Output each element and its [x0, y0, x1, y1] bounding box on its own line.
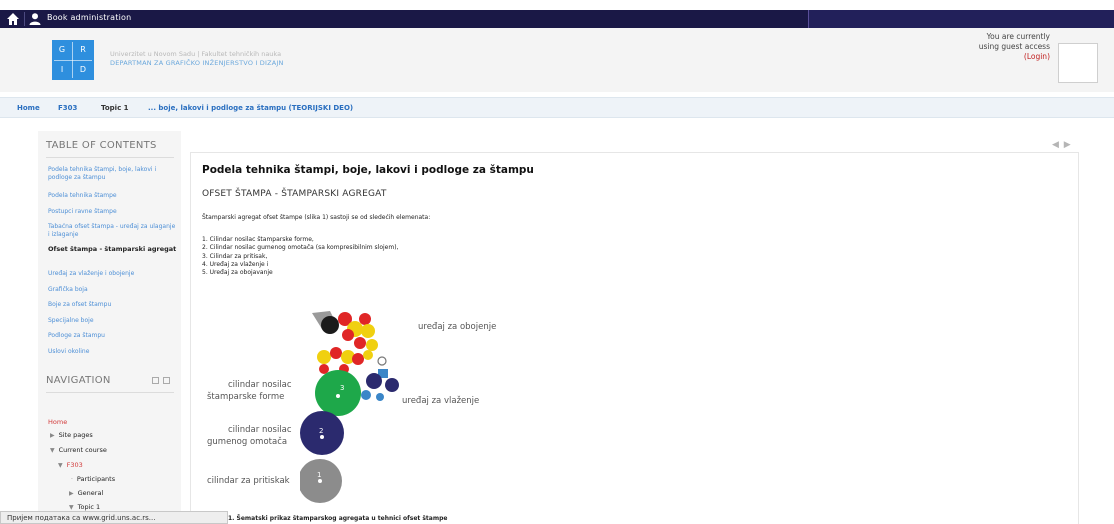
department-name: DEPARTMAN ZA GRAFIČKO INŽENJERSTVO I DIZ…	[110, 59, 284, 67]
toc-item[interactable]: Podela tehnika štampe	[48, 192, 178, 200]
divider	[46, 157, 174, 158]
dock-icon[interactable]	[163, 377, 170, 384]
nav-label: General	[77, 489, 104, 497]
nav-home[interactable]: Home	[48, 418, 67, 426]
chevron-down-icon: ▼	[69, 504, 74, 511]
navigation-title: NAVIGATION	[46, 375, 111, 386]
guest-access-info: You are currently using guest access (Lo…	[930, 32, 1050, 62]
nav-current-course[interactable]: ▼ Current course	[50, 446, 107, 454]
navigation-block: NAVIGATION Home ▶ Site pages ▼ Current cou…	[38, 368, 181, 524]
page-title: Podela tehnika štampi, boje, lakovi i po…	[202, 164, 534, 176]
toc-item[interactable]: Grafička boja	[48, 286, 178, 294]
nav-general[interactable]: ▶ General	[69, 489, 103, 497]
toc-item[interactable]: Tabaćna ofset štampa - uređaj za ulaganj…	[48, 223, 178, 238]
home-icon[interactable]	[6, 12, 20, 26]
top-bar: Book administration	[0, 10, 1114, 28]
book-administration-link[interactable]: Book administration	[47, 13, 131, 22]
toc-item[interactable]: Uslovi okoline	[48, 348, 178, 356]
nav-topic[interactable]: ▼ Topic 1	[69, 503, 100, 511]
bullet-icon: ·	[71, 476, 73, 483]
logo-letter: G	[58, 45, 66, 54]
chevron-down-icon: ▼	[58, 462, 63, 469]
logo-letter: R	[80, 45, 86, 54]
divider	[46, 392, 174, 393]
avatar	[1058, 43, 1098, 83]
logo-letter: D	[79, 65, 87, 74]
label-inking-unit: uređaj za obojenje	[418, 322, 497, 332]
nav-label: Topic 1	[77, 503, 101, 511]
intro-text: Štamparski agregat ofset štampe (slika 1…	[202, 214, 431, 221]
label-plate-cylinder: štamparske forme	[207, 392, 285, 402]
toc-item-active[interactable]: Ofset štampa - štamparski agregat	[48, 245, 178, 254]
university-name: Univerzitet u Novom Sadu | Fakultet tehn…	[110, 50, 282, 58]
label-plate-cylinder: cilindar nosilac	[228, 380, 292, 390]
breadcrumb-topic[interactable]: Topic 1	[101, 104, 129, 112]
site-header: G R I D Univerzitet u Novom Sadu | Fakul…	[0, 28, 1114, 92]
label-blanket-cylinder: gumenog omotača	[207, 437, 288, 447]
svg-text:1: 1	[317, 471, 321, 479]
toc-item[interactable]: Podloge za štampu	[48, 332, 178, 340]
label-blanket-cylinder: cilindar nosilac	[228, 425, 292, 435]
toc-item[interactable]: Specijalne boje	[48, 317, 178, 325]
toc-item[interactable]: Boje za ofset štampu	[48, 301, 178, 309]
element-list: 1. Cilindar nosilac štamparske forme, 2.…	[202, 236, 398, 277]
grid-logo[interactable]: G R I D	[52, 40, 94, 80]
nav-label: Site pages	[58, 431, 93, 439]
logo-letter: I	[60, 65, 64, 74]
page-navigation-arrows[interactable]: ◀ ▶	[1052, 140, 1072, 150]
list-item: 1. Cilindar nosilac štamparske forme,	[202, 236, 314, 243]
page: Book administration G R I D Univerzitet …	[0, 0, 1114, 524]
nav-label: Current course	[58, 446, 107, 454]
guest-line: using guest access	[978, 42, 1050, 51]
chevron-right-icon: ▶	[50, 432, 55, 439]
toc-item[interactable]: Postupci ravne štampe	[48, 208, 178, 216]
nav-course[interactable]: ▼ F303	[58, 461, 83, 469]
breadcrumb-page[interactable]: ... boje, lakovi i podloge za štampu (TE…	[148, 104, 353, 112]
section-title: OFSET ŠTAMPA - ŠTAMPARSKI AGREGAT	[202, 189, 387, 199]
plate-cylinder	[315, 370, 361, 416]
list-item: 2. Cilindar nosilac gumenog omotača (sa …	[202, 244, 399, 252]
browser-status-bar: Пријем података са www.grid.uns.ac.rs...	[0, 511, 228, 524]
nav-label: F303	[66, 461, 83, 469]
table-of-contents: TABLE OF CONTENTS Podela tehnika štampi,…	[38, 131, 181, 368]
user-icon[interactable]	[28, 12, 42, 26]
list-item: 5. Uređaj za obojavanje	[202, 269, 273, 277]
breadcrumb-course[interactable]: F303	[58, 104, 77, 112]
list-item: 3. Cilindar za pritisak,	[202, 252, 268, 260]
chevron-right-icon: ▶	[69, 490, 74, 497]
chevron-down-icon: ▼	[50, 447, 55, 454]
toc-item[interactable]: Uređaj za vlaženje i obojenje	[48, 270, 178, 278]
top-bar-right-segment	[808, 10, 1114, 28]
toc-title: TABLE OF CONTENTS	[46, 140, 157, 151]
figure-caption: 1. Šematski prikaz štamparskog agregata …	[228, 515, 448, 522]
label-impression-cylinder: cilindar za pritiskak	[207, 476, 290, 486]
breadcrumb: Home F303 Topic 1 ... boje, lakovi i pod…	[0, 97, 1114, 118]
guest-line: You are currently	[986, 32, 1050, 41]
nav-site-pages[interactable]: ▶ Site pages	[50, 431, 93, 439]
breadcrumb-home[interactable]: Home	[17, 104, 40, 112]
label-dampening-unit: uređaj za vlaženje	[402, 396, 480, 406]
cylinder-number: 3	[340, 384, 344, 392]
offset-press-diagram: 3 2 1	[300, 311, 399, 503]
login-link[interactable]: (Login)	[930, 52, 1050, 62]
divider	[24, 12, 25, 26]
toc-item[interactable]: Podela tehnika štampi, boje, lakovi i po…	[48, 166, 178, 181]
nav-label: Participants	[76, 475, 116, 483]
list-item: 4. Uređaj za vlaženje i	[202, 260, 269, 268]
collapse-icon[interactable]	[152, 377, 159, 384]
nav-participants[interactable]: · Participants	[71, 475, 115, 483]
svg-text:2: 2	[319, 427, 323, 435]
